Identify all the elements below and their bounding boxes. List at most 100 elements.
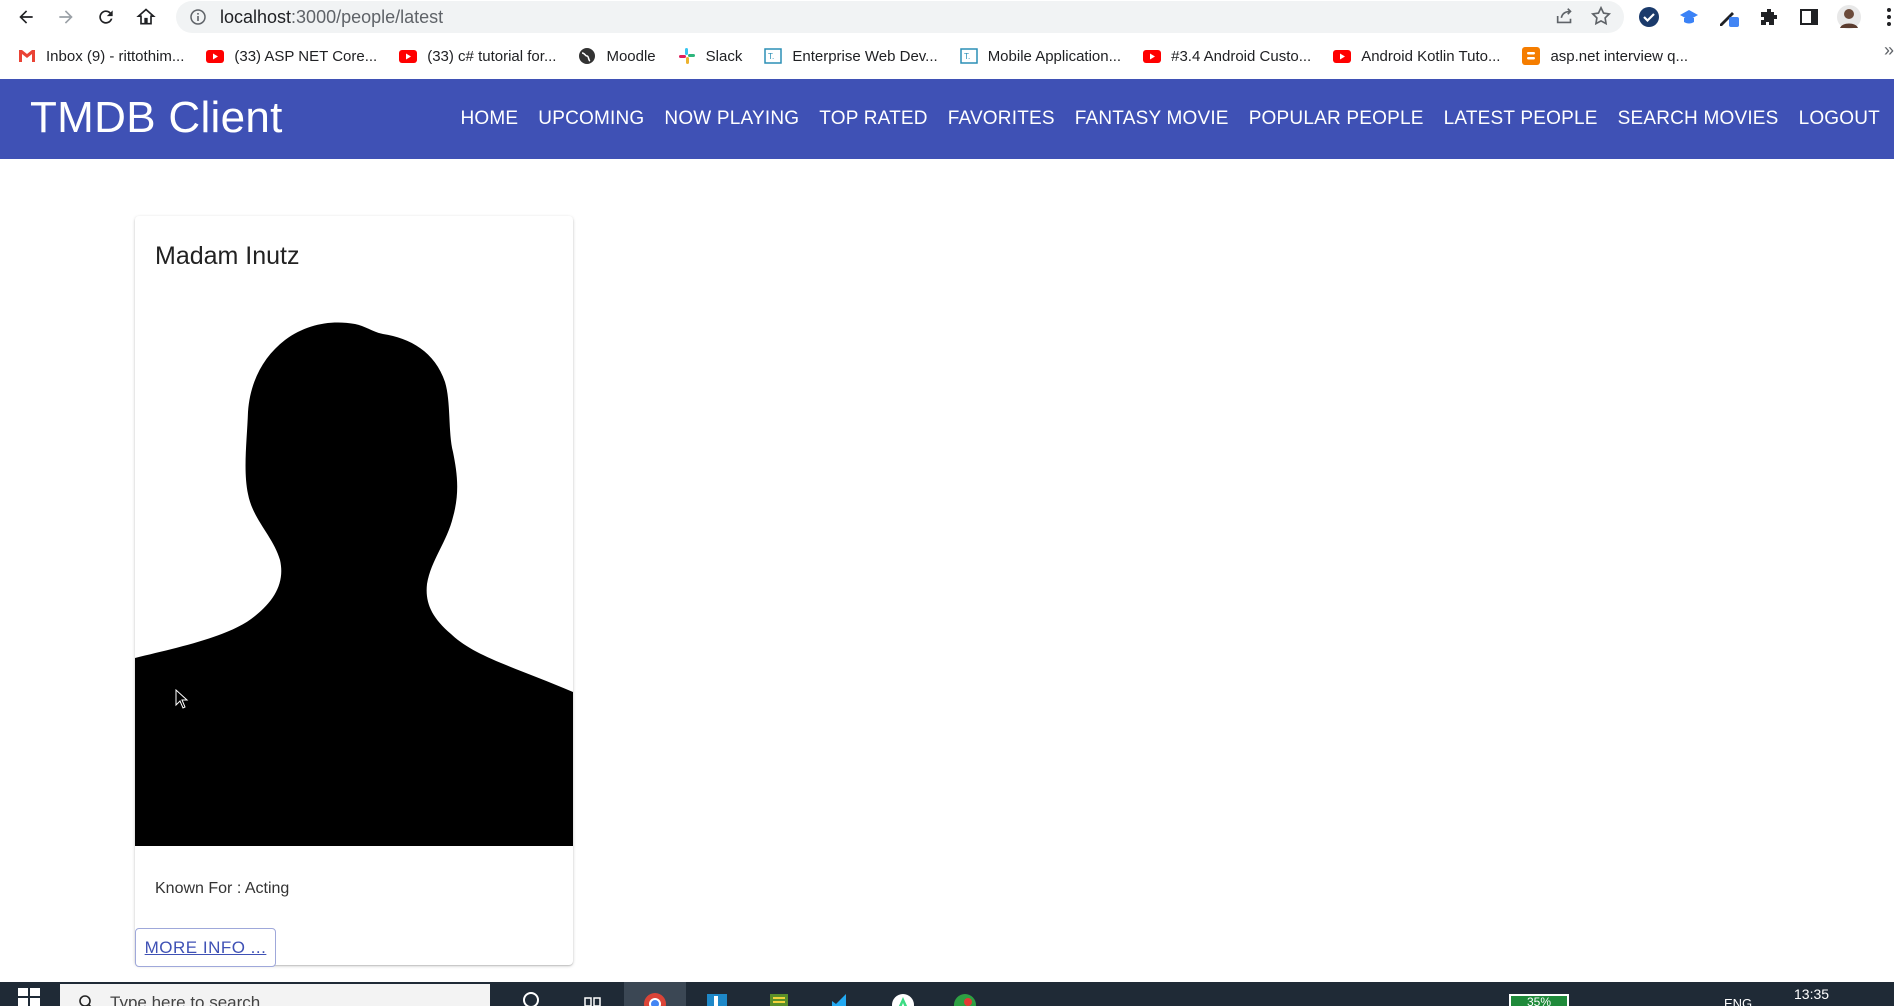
teams-icon: T. — [764, 47, 783, 65]
taskbar-search[interactable]: Type here to search — [60, 984, 490, 1006]
mouse-cursor-icon — [175, 689, 189, 709]
bookmark-item[interactable]: asp.net interview q... — [1522, 47, 1688, 65]
taskbar-apps — [500, 982, 996, 1006]
bookmark-label: asp.net interview q... — [1550, 47, 1689, 65]
url-text[interactable]: localhost:3000/people/latest — [220, 7, 443, 28]
kebab-menu-icon — [1887, 8, 1891, 26]
nav-fantasy-movie[interactable]: FANTASY MOVIE — [1075, 108, 1229, 130]
bookmark-item[interactable]: (33) ASP NET Core... — [206, 47, 377, 65]
bookmark-item[interactable]: Inbox (9) - rittothim... — [18, 47, 184, 65]
nav-logout[interactable]: LOGOUT — [1799, 108, 1880, 130]
avatar-icon — [1837, 5, 1861, 29]
chrome-taskbar-button[interactable] — [624, 982, 686, 1006]
windows-start-icon[interactable] — [18, 988, 40, 1006]
language-indicator[interactable]: ENG — [1724, 996, 1752, 1006]
bookmark-label: Moodle — [606, 47, 656, 65]
info-icon[interactable] — [190, 9, 206, 25]
more-bookmarks-button[interactable]: » — [1884, 40, 1894, 61]
nav-popular-people[interactable]: POPULAR PEOPLE — [1249, 108, 1424, 130]
forward-button[interactable] — [46, 0, 86, 34]
app-brand[interactable]: TMDB Client — [30, 93, 283, 143]
extensions-area — [1636, 2, 1894, 32]
nav-home[interactable]: HOME — [460, 108, 518, 130]
youtube-icon — [1333, 47, 1352, 65]
extension-cap-button[interactable] — [1676, 4, 1702, 30]
nav-search-movies[interactable]: SEARCH MOVIES — [1618, 108, 1779, 130]
task-view-icon — [584, 997, 601, 1006]
nav-favorites[interactable]: FAVORITES — [948, 108, 1055, 130]
person-silhouette-icon — [135, 322, 573, 846]
globe-icon — [578, 47, 596, 65]
person-card: Madam Inutz Known For : Acting MORE INFO… — [135, 216, 573, 967]
person-photo — [135, 312, 573, 846]
arrow-left-icon — [19, 10, 33, 24]
windows-taskbar: Type here to search 35% ENG 13:35 — [0, 982, 1894, 1006]
url-host: localhost — [220, 6, 292, 27]
battery-indicator[interactable]: 35% — [1509, 994, 1569, 1006]
youtube-icon — [1143, 47, 1162, 65]
nav-now-playing[interactable]: NOW PLAYING — [664, 108, 799, 130]
bookmark-label: (33) c# tutorial for... — [427, 47, 557, 65]
android-studio-icon — [892, 994, 914, 1006]
more-info-button[interactable]: MORE INFO ... — [135, 928, 276, 967]
search-placeholder: Type here to search — [110, 993, 261, 1006]
reload-button[interactable] — [86, 0, 126, 34]
vscode-icon — [832, 994, 846, 1006]
bookmark-item[interactable]: #3.4 Android Custo... — [1143, 47, 1311, 65]
bookmark-item[interactable]: Android Kotlin Tuto... — [1333, 47, 1500, 65]
side-panel-button[interactable] — [1796, 4, 1822, 30]
address-bar[interactable]: localhost:3000/people/latest — [176, 1, 1624, 33]
app-header: TMDB Client HOME UPCOMING NOW PLAYING TO… — [0, 79, 1894, 159]
extension-check-button[interactable] — [1636, 4, 1662, 30]
green-app-icon — [954, 994, 976, 1006]
task-view-button[interactable] — [562, 982, 624, 1006]
extensions-button[interactable] — [1756, 4, 1782, 30]
slack-icon — [678, 47, 696, 65]
bookmark-label: Mobile Application... — [987, 47, 1122, 65]
home-button[interactable] — [126, 0, 166, 34]
known-for: Known For : Acting — [155, 880, 290, 897]
svg-text:T.: T. — [768, 52, 774, 61]
android-studio-taskbar-button[interactable] — [872, 982, 934, 1006]
youtube-icon — [399, 47, 418, 65]
graduation-cap-icon — [1680, 10, 1698, 24]
cortana-button[interactable] — [500, 982, 562, 1006]
bookmark-label: (33) ASP NET Core... — [234, 47, 378, 65]
arrow-right-icon — [59, 10, 73, 24]
star-icon[interactable] — [1590, 5, 1612, 27]
teams-icon: T. — [959, 47, 978, 65]
bookmark-item[interactable]: Slack — [678, 47, 743, 65]
blogger-icon — [1522, 47, 1541, 65]
bookmarks-bar: Inbox (9) - rittothim... (33) ASP NET Co… — [0, 40, 1894, 72]
chrome-menu-button[interactable] — [1876, 4, 1894, 30]
search-icon — [79, 995, 92, 1006]
green-app-taskbar-button[interactable] — [934, 982, 996, 1006]
profile-avatar[interactable] — [1836, 4, 1862, 30]
nav-top-rated[interactable]: TOP RATED — [819, 108, 927, 130]
vscode-taskbar-button[interactable] — [810, 982, 872, 1006]
nav-upcoming[interactable]: UPCOMING — [538, 108, 644, 130]
bookmark-item[interactable]: (33) c# tutorial for... — [399, 47, 556, 65]
extension-pen-button[interactable] — [1716, 4, 1742, 30]
bookmark-label: Enterprise Web Dev... — [792, 47, 938, 65]
url-path: :3000/people/latest — [291, 6, 444, 27]
home-icon — [136, 8, 156, 25]
bookmark-label: Slack — [705, 47, 743, 65]
app-l-icon — [707, 994, 727, 1006]
clock[interactable]: 13:35 — [1794, 986, 1829, 1002]
app-l-taskbar-button[interactable] — [686, 982, 748, 1006]
nav-latest-people[interactable]: LATEST PEOPLE — [1444, 108, 1598, 130]
bookmark-label: Inbox (9) - rittothim... — [46, 47, 185, 65]
chrome-icon — [644, 993, 666, 1006]
share-icon[interactable] — [1554, 5, 1576, 27]
reload-icon — [99, 10, 113, 24]
back-button[interactable] — [6, 0, 46, 34]
bookmark-item[interactable]: T. Enterprise Web Dev... — [764, 47, 938, 65]
check-circle-icon — [1639, 7, 1659, 27]
puzzle-icon — [1761, 9, 1777, 25]
pen-icon — [1720, 12, 1739, 27]
spreadsheet-taskbar-button[interactable] — [748, 982, 810, 1006]
bookmark-item[interactable]: T. Mobile Application... — [959, 47, 1122, 65]
bookmark-item[interactable]: Moodle — [578, 47, 656, 65]
person-name: Madam Inutz — [155, 242, 300, 270]
